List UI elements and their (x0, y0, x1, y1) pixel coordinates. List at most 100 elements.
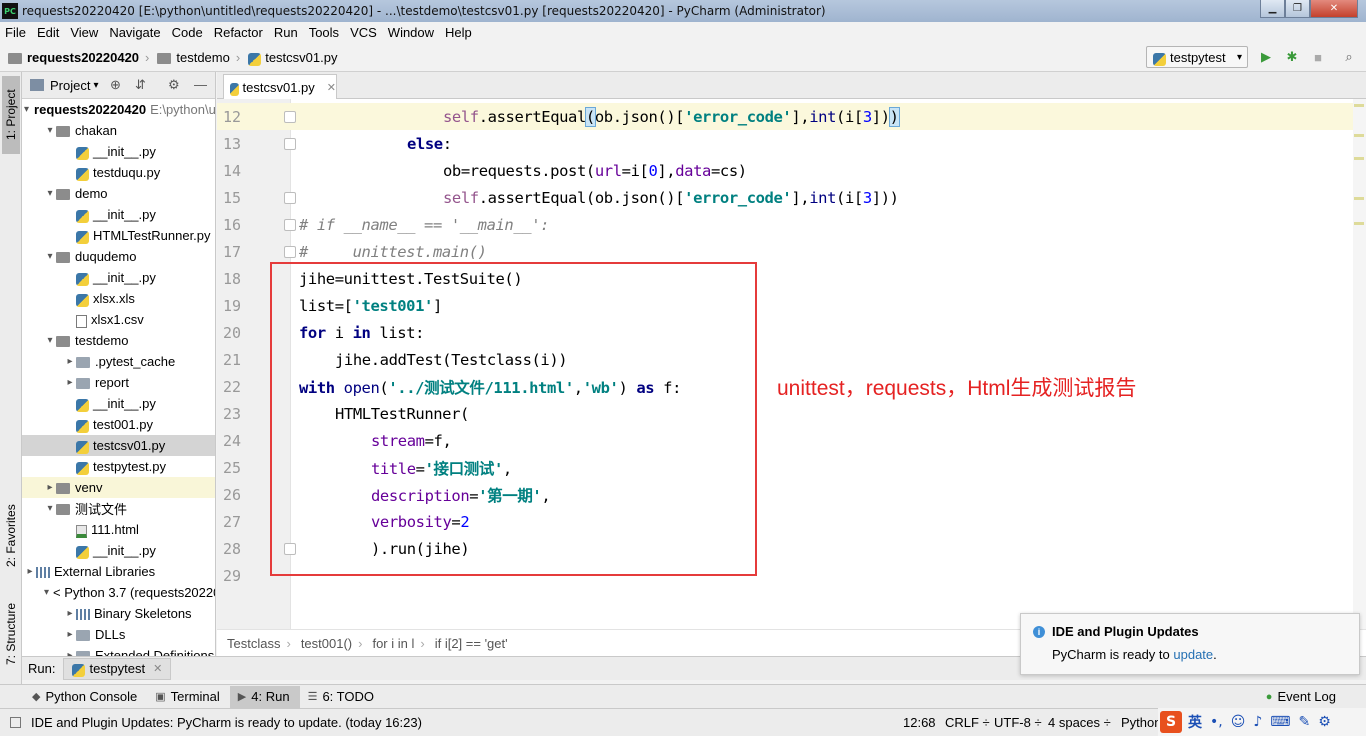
close-button[interactable]: ✕ (1310, 0, 1358, 18)
menu-file[interactable]: File (0, 25, 32, 40)
menu-view[interactable]: View (65, 25, 104, 40)
menu-window[interactable]: Window (383, 25, 440, 40)
tree-item[interactable]: HTMLTestRunner.py (22, 225, 215, 246)
tree-item[interactable]: ▸ report (22, 372, 215, 393)
expanded-arrow-icon[interactable]: ▾ (44, 587, 49, 598)
status-line-separator[interactable]: CRLF ÷ (945, 715, 990, 730)
debug-icon[interactable]: ✱ (1282, 47, 1302, 67)
gear-icon[interactable]: ⚙ (168, 77, 180, 93)
collapsed-arrow-icon[interactable]: ▸ (64, 356, 76, 367)
maximize-button[interactable]: ❐ (1285, 0, 1310, 18)
tree-item[interactable]: __init__.py (22, 141, 215, 162)
tree-item[interactable]: __init__.py (22, 267, 215, 288)
tab-favorites[interactable]: 2: Favorites (2, 492, 20, 580)
fold-icon[interactable] (284, 137, 296, 150)
collapsed-arrow-icon[interactable]: ▸ (64, 608, 76, 619)
fold-icon[interactable] (284, 110, 296, 123)
collapsed-arrow-icon[interactable]: ▸ (64, 377, 76, 388)
expanded-arrow-icon[interactable]: ▾ (44, 335, 56, 346)
menu-refactor[interactable]: Refactor (209, 25, 269, 40)
nav-crumb-file[interactable]: testcsv01.py (248, 50, 337, 66)
stop-icon[interactable]: ■ (1308, 47, 1328, 67)
editor-scrollbar[interactable] (1353, 99, 1366, 629)
run-icon[interactable]: ▶ (1256, 47, 1276, 67)
tree-item[interactable]: ▾ duqudemo (22, 246, 215, 267)
minimize-button[interactable]: ▁ (1260, 0, 1285, 18)
tree-item[interactable]: ▸ .pytest_cache (22, 351, 215, 372)
crumb-for[interactable]: for i in l (372, 636, 414, 651)
ime-emoji-icon[interactable]: ☺ (1231, 714, 1246, 730)
menu-edit[interactable]: Edit (32, 25, 65, 40)
code-line[interactable]: 12 self.assertEqual(ob.json()['error_cod… (217, 103, 1356, 130)
ime-skin-icon[interactable]: ✎ (1298, 714, 1310, 730)
tree-item[interactable]: ▾ requests20220420E:\python\untitled\requ… (22, 99, 215, 120)
collapsed-arrow-icon[interactable]: ▸ (44, 482, 56, 493)
expanded-arrow-icon[interactable]: ▾ (44, 125, 56, 136)
fold-icon[interactable] (284, 218, 296, 231)
ime-keyboard-icon[interactable]: ⌨ (1270, 714, 1290, 730)
tree-item[interactable]: __init__.py (22, 204, 215, 225)
tree-item[interactable]: test001.py (22, 414, 215, 435)
tree-item[interactable]: ▾ demo (22, 183, 215, 204)
run-configuration-select[interactable]: testpytest ▾ (1146, 46, 1248, 68)
menu-help[interactable]: Help (440, 25, 478, 40)
code-line[interactable]: 15 self.assertEqual(ob.json()['error_cod… (217, 184, 1356, 211)
tab-testcsv01[interactable]: testcsv01.py ✕ (223, 74, 337, 99)
tool-event-log[interactable]: ● Event Log (1258, 686, 1346, 708)
code-line[interactable]: 16 # if __name__ == '__main__': (217, 211, 1356, 238)
status-interpreter[interactable]: Python (1121, 715, 1161, 730)
close-tab-icon[interactable]: ✕ (327, 81, 336, 94)
tree-item[interactable]: ▾ 测试文件 (22, 498, 215, 519)
tree-item[interactable]: xlsx1.csv (22, 309, 215, 330)
tree-item[interactable]: xlsx.xls (22, 288, 215, 309)
ime-voice-icon[interactable]: ♪ (1253, 714, 1262, 730)
tool-todo[interactable]: ☰ 6: TODO (300, 686, 384, 708)
ime-tools-icon[interactable]: ⚙ (1318, 714, 1331, 730)
hide-panel-icon[interactable]: — (194, 77, 207, 92)
crumb-method[interactable]: test001() (301, 636, 352, 651)
locate-file-icon[interactable]: ⊕ (110, 77, 121, 93)
tree-item[interactable]: ▾ chakan (22, 120, 215, 141)
tool-terminal[interactable]: ▣ Terminal (147, 686, 230, 708)
tab-project[interactable]: 1: Project (2, 76, 20, 154)
menu-code[interactable]: Code (167, 25, 209, 40)
tree-item[interactable]: ▾ testdemo (22, 330, 215, 351)
run-tab-testpytest[interactable]: testpytest ✕ (63, 657, 172, 680)
menu-run[interactable]: Run (269, 25, 304, 40)
tool-python-console[interactable]: ◆ Python Console (24, 686, 147, 708)
tab-structure[interactable]: 7: Structure (2, 592, 20, 676)
close-tab-icon[interactable]: ✕ (153, 662, 162, 675)
status-indent[interactable]: 4 spaces ÷ (1048, 715, 1111, 730)
status-message[interactable]: IDE and Plugin Updates: PyCharm is ready… (31, 715, 422, 730)
tree-item[interactable]: ▸ Extended Definitions (22, 645, 215, 656)
update-link[interactable]: update (1173, 647, 1213, 662)
tree-item[interactable]: __init__.py (22, 393, 215, 414)
menu-vcs[interactable]: VCS (345, 25, 383, 40)
tree-item[interactable]: ▸ venv (22, 477, 215, 498)
tree-item[interactable]: ▸ External Libraries (22, 561, 215, 582)
status-toggle-icon[interactable] (10, 717, 21, 728)
collapsed-arrow-icon[interactable]: ▸ (24, 566, 36, 577)
tree-item[interactable]: testpytest.py (22, 456, 215, 477)
collapse-all-icon[interactable]: ⇵ (135, 77, 146, 93)
expanded-arrow-icon[interactable]: ▾ (24, 104, 29, 115)
expanded-arrow-icon[interactable]: ▾ (44, 251, 56, 262)
tool-run[interactable]: ▶ 4: Run (229, 685, 300, 708)
project-view-select[interactable]: Project (50, 78, 90, 93)
code-line[interactable]: 17 # unittest.main() (217, 238, 1356, 265)
fold-icon[interactable] (284, 191, 296, 204)
ime-punct-icon[interactable]: •, (1210, 714, 1223, 730)
code-line[interactable]: 13 else: (217, 130, 1356, 157)
fold-icon[interactable] (284, 245, 296, 258)
tree-item[interactable]: __init__.py (22, 540, 215, 561)
menu-navigate[interactable]: Navigate (104, 25, 166, 40)
tree-item[interactable]: 111.html (22, 519, 215, 540)
code-line[interactable]: 14 ob=requests.post(url=i[0],data=cs) (217, 157, 1356, 184)
collapsed-arrow-icon[interactable]: ▸ (64, 629, 76, 640)
status-encoding[interactable]: UTF-8 ÷ (994, 715, 1042, 730)
expanded-arrow-icon[interactable]: ▾ (44, 188, 56, 199)
crumb-if[interactable]: if i[2] == 'get' (435, 636, 508, 651)
expanded-arrow-icon[interactable]: ▾ (44, 503, 56, 514)
nav-crumb-project[interactable]: requests20220420 › (8, 50, 149, 65)
tree-item[interactable]: testduqu.py (22, 162, 215, 183)
